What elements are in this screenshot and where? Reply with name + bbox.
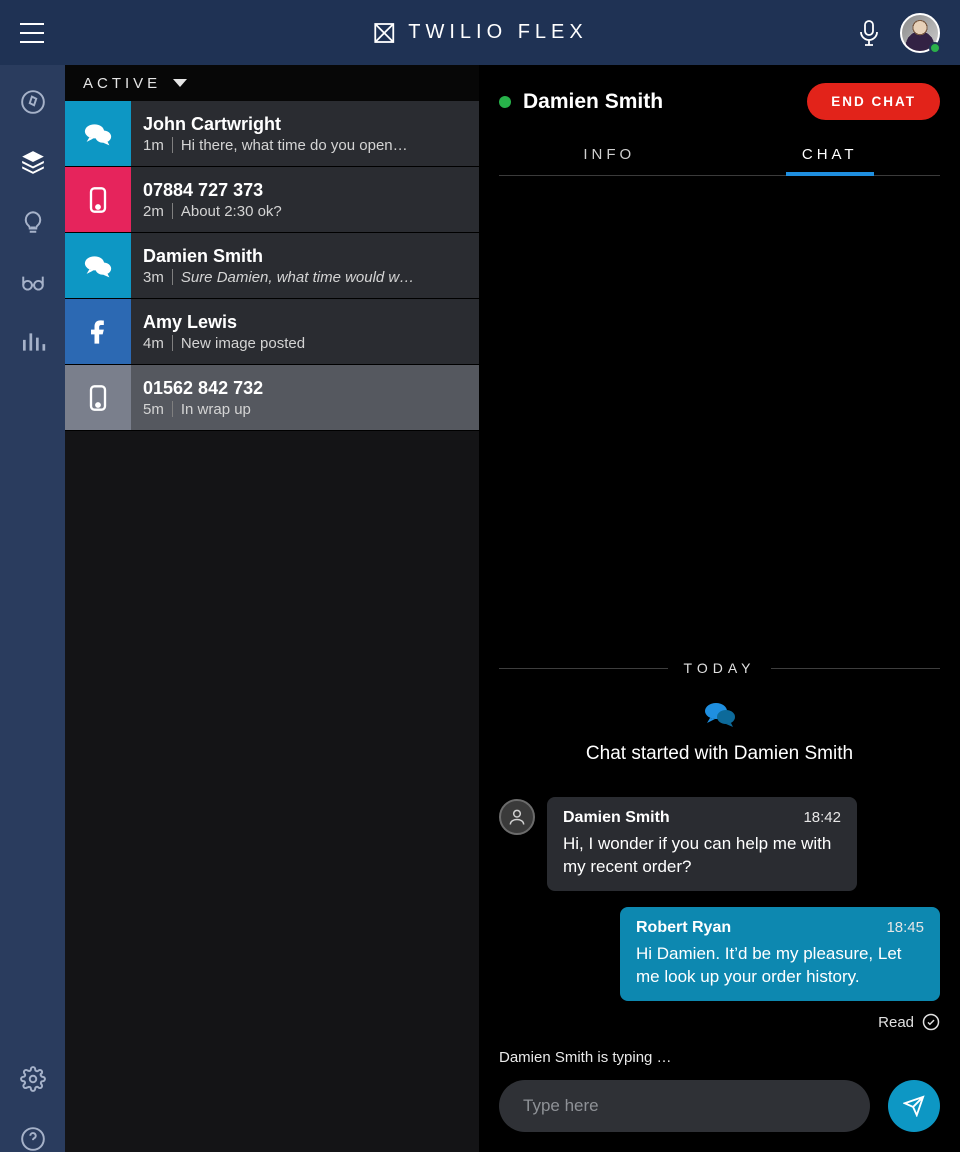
- top-bar: TWILIO FLEX: [0, 0, 960, 65]
- task-preview: About 2:30 ok?: [181, 203, 282, 220]
- task-time: 2m: [143, 203, 164, 220]
- task-item[interactable]: 01562 842 732 5m In wrap up: [65, 365, 479, 431]
- task-time: 4m: [143, 335, 164, 352]
- tab-chat[interactable]: CHAT: [720, 136, 941, 175]
- nav-tasks-icon[interactable]: [20, 149, 46, 175]
- separator-icon: [172, 137, 173, 153]
- message-text: Hi, I wonder if you can help me with my …: [563, 833, 841, 879]
- channel-voice-icon: [65, 365, 131, 430]
- nav-compass-icon[interactable]: [20, 89, 46, 115]
- task-list: ACTIVE John Cartwright 1m Hi there, what t…: [65, 65, 479, 1152]
- task-title: Damien Smith: [143, 246, 467, 267]
- brand: TWILIO FLEX: [372, 21, 587, 45]
- nav-help-icon[interactable]: [20, 1126, 46, 1152]
- message-time: 18:45: [886, 919, 924, 936]
- conversation-tabs: INFO CHAT: [499, 136, 940, 176]
- conversation-name: Damien Smith: [523, 90, 663, 114]
- task-item[interactable]: 07884 727 373 2m About 2:30 ok?: [65, 167, 479, 233]
- task-title: John Cartwright: [143, 114, 467, 135]
- message-bubble: Robert Ryan 18:45 Hi Damien. It’d be my pl…: [620, 907, 940, 1001]
- status-indicator-icon: [499, 96, 511, 108]
- task-preview: Hi there, what time do you open…: [181, 137, 408, 154]
- checkmark-circle-icon: [922, 1013, 940, 1031]
- date-divider: TODAY: [499, 660, 940, 676]
- task-time: 3m: [143, 269, 164, 286]
- date-divider-label: TODAY: [684, 660, 756, 676]
- tab-info[interactable]: INFO: [499, 136, 720, 175]
- read-receipt: Read: [499, 1013, 940, 1031]
- task-item[interactable]: Damien Smith 3m Sure Damien, what time wou…: [65, 233, 479, 299]
- task-preview: New image posted: [181, 335, 305, 352]
- message-sender: Damien Smith: [563, 809, 670, 827]
- nav-stats-icon[interactable]: [20, 329, 46, 355]
- task-time: 1m: [143, 137, 164, 154]
- separator-icon: [172, 203, 173, 219]
- message-avatar-icon: [499, 799, 535, 835]
- task-filter-label: ACTIVE: [83, 75, 161, 92]
- end-chat-button[interactable]: END CHAT: [807, 83, 940, 120]
- channel-voice-icon: [65, 167, 131, 232]
- user-avatar[interactable]: [900, 13, 940, 53]
- task-filter[interactable]: ACTIVE: [65, 65, 479, 101]
- message-text: Hi Damien. It’d be my pleasure, Let me l…: [636, 943, 924, 989]
- message-outgoing: Robert Ryan 18:45 Hi Damien. It’d be my pl…: [499, 907, 940, 1001]
- separator-icon: [172, 269, 173, 285]
- task-title: 07884 727 373: [143, 180, 467, 201]
- microphone-icon[interactable]: [858, 20, 880, 46]
- message-time: 18:42: [803, 809, 841, 826]
- conversation-panel: Damien Smith END CHAT INFO CHAT TODAY Ch…: [479, 65, 960, 1152]
- brand-text: TWILIO FLEX: [408, 21, 587, 44]
- chevron-down-icon: [173, 79, 187, 87]
- chat-bubbles-icon: [499, 700, 940, 735]
- task-preview: Sure Damien, what time would w…: [181, 269, 414, 286]
- chat-started-notice: Chat started with Damien Smith: [499, 700, 940, 765]
- task-time: 5m: [143, 401, 164, 418]
- typing-indicator: Damien Smith is typing …: [499, 1049, 940, 1066]
- separator-icon: [172, 335, 173, 351]
- channel-facebook-icon: [65, 299, 131, 364]
- task-title: 01562 842 732: [143, 378, 467, 399]
- message-sender: Robert Ryan: [636, 919, 731, 937]
- separator-icon: [172, 401, 173, 417]
- message-composer: [499, 1080, 940, 1152]
- nav-settings-icon[interactable]: [20, 1066, 46, 1092]
- nav-rail: [0, 65, 65, 1152]
- channel-chat-icon: [65, 101, 131, 166]
- task-title: Amy Lewis: [143, 312, 467, 333]
- task-preview: In wrap up: [181, 401, 251, 418]
- message-bubble: Damien Smith 18:42 Hi, I wonder if you can…: [547, 797, 857, 891]
- task-item[interactable]: John Cartwright 1m Hi there, what time do …: [65, 101, 479, 167]
- menu-icon[interactable]: [20, 23, 44, 43]
- send-icon: [903, 1095, 925, 1117]
- chat-started-text: Chat started with Damien Smith: [499, 743, 940, 765]
- message-input[interactable]: [499, 1080, 870, 1132]
- channel-chat-icon: [65, 233, 131, 298]
- brand-logo-icon: [372, 21, 396, 45]
- message-incoming: Damien Smith 18:42 Hi, I wonder if you can…: [499, 797, 940, 891]
- read-receipt-label: Read: [878, 1014, 914, 1031]
- conversation-header: Damien Smith END CHAT: [499, 65, 940, 120]
- nav-glasses-icon[interactable]: [20, 269, 46, 295]
- task-item[interactable]: Amy Lewis 4m New image posted: [65, 299, 479, 365]
- send-button[interactable]: [888, 1080, 940, 1132]
- presence-indicator-icon: [929, 42, 941, 54]
- nav-lightbulb-icon[interactable]: [20, 209, 46, 235]
